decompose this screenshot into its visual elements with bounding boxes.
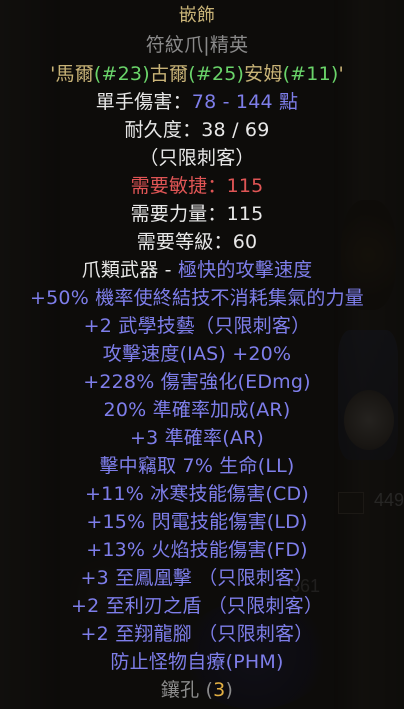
mod-line: +3 至鳳凰擊 （只限刺客） [80, 567, 314, 589]
item-tooltip: 嵌飾 符紋爪|精英 '馬爾(#23)古爾(#25)安姆(#11)' 單手傷害：7… [0, 0, 404, 709]
mod-line: 攻擊速度(IAS) +20% [102, 343, 292, 365]
mod-line: +13% 火焰技能傷害(FD) [86, 539, 308, 561]
rune3-name: 安姆 [244, 63, 283, 85]
required-level: 需要等級：60 [136, 231, 258, 253]
mod-line: +3 準確率(AR) [129, 427, 265, 449]
damage-value: 78 - 144 點 [191, 91, 299, 113]
mod-line: +228% 傷害強化(EDmg) [83, 371, 311, 393]
sockets: 鑲孔 (3) [0, 678, 394, 702]
durability: 耐久度：38 / 69 [124, 119, 270, 141]
attack-speed-text: 極快的攻擊速度 [177, 259, 313, 281]
sockets-count: 3 [213, 679, 226, 701]
mod-line: 擊中竊取 7% 生命(LL) [99, 455, 295, 477]
rune3-number: (#11) [282, 63, 339, 85]
damage-label: 單手傷害： [95, 91, 192, 113]
sockets-label: 鑲孔 [160, 679, 206, 701]
required-dexterity: 需要敏捷：115 [130, 175, 264, 197]
class-restriction: （只限刺客） [139, 147, 255, 169]
mod-line: +15% 閃電技能傷害(LD) [86, 511, 308, 533]
one-hand-damage: 單手傷害：78 - 144 點 [0, 90, 394, 114]
runeword-recipe: '馬爾(#23)古爾(#25)安姆(#11)' [0, 62, 394, 86]
item-base-type: 符紋爪|精英 [145, 34, 249, 56]
runeword-suffix: ' [338, 63, 344, 85]
rune1-number: (#23) [93, 63, 150, 85]
mod-line: 20% 準確率加成(AR) [103, 399, 291, 421]
rune2-number: (#25) [188, 63, 245, 85]
weapon-class: 爪類武器 - 極快的攻擊速度 [0, 258, 394, 282]
mod-line: +2 武學技藝（只限刺客） [83, 315, 311, 337]
mod-line: +50% 機率使終結技不消耗集氣的力量 [30, 287, 364, 309]
required-strength: 需要力量：115 [130, 203, 264, 225]
mod-line: +2 至翔龍腳 （只限刺客） [80, 623, 314, 645]
item-name: 嵌飾 [178, 5, 216, 26]
weapon-class-label: 爪類武器 - [81, 259, 178, 281]
rune2-name: 古爾 [149, 63, 189, 85]
sockets-close-paren: ) [225, 679, 234, 701]
rune1-name: 馬爾 [55, 63, 94, 85]
mod-line: 防止怪物自療(PHM) [110, 651, 284, 673]
mod-line: +11% 冰寒技能傷害(CD) [85, 483, 309, 505]
mod-line: +2 至利刃之盾 （只限刺客） [70, 595, 324, 617]
